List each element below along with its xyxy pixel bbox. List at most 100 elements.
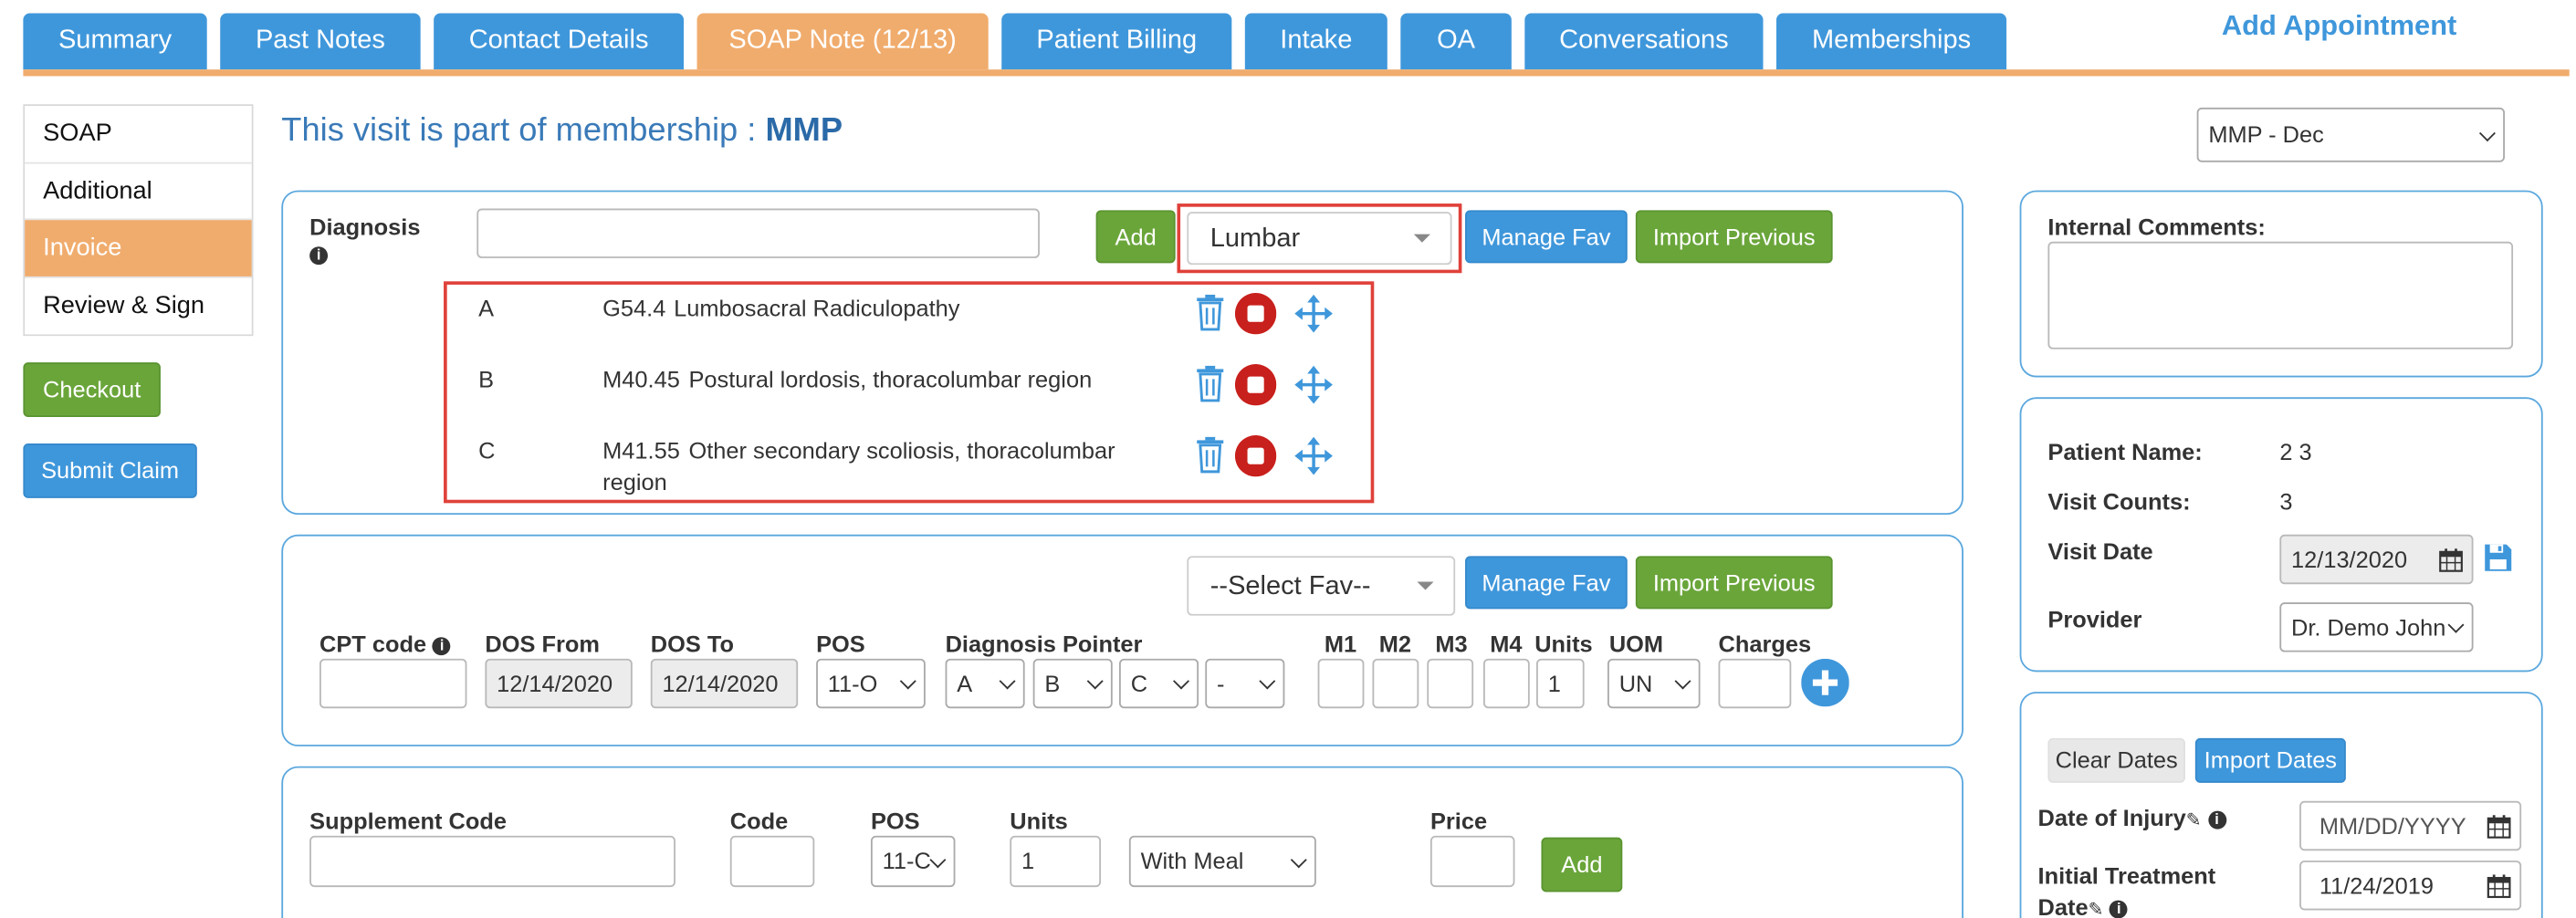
m3-header: M3 — [1435, 630, 1468, 657]
m3-input[interactable] — [1427, 658, 1474, 709]
chevron-down-icon — [1259, 673, 1276, 690]
import-dates-button[interactable]: Import Dates — [2194, 737, 2346, 783]
supplement-price-input[interactable] — [1429, 835, 1515, 888]
calendar-icon[interactable] — [2487, 874, 2511, 899]
move-icon[interactable] — [1294, 365, 1333, 404]
provider-select[interactable]: Dr. Demo John — [2279, 602, 2474, 652]
dos-to-header: DOS To — [650, 630, 734, 657]
trash-icon[interactable] — [1194, 436, 1227, 474]
tab-patient-billing[interactable]: Patient Billing — [1001, 13, 1232, 70]
cpt-manage-fav-button[interactable]: Manage Fav — [1465, 556, 1628, 610]
diagnosis-import-previous-button[interactable]: Import Previous — [1635, 210, 1833, 264]
diagnosis-letter: B — [478, 365, 495, 392]
diagnosis-input[interactable] — [476, 208, 1040, 258]
supplement-pos-select[interactable]: 11-C — [870, 835, 956, 888]
calendar-icon[interactable] — [2438, 548, 2463, 572]
caret-down-icon — [1417, 581, 1434, 590]
m1-header: M1 — [1324, 630, 1357, 657]
tab-oa[interactable]: OA — [1400, 13, 1512, 70]
trash-icon[interactable] — [1194, 365, 1227, 402]
tab-conversations[interactable]: Conversations — [1524, 13, 1764, 70]
supplement-code-header: Supplement Code — [309, 808, 507, 835]
chevron-down-icon — [1086, 673, 1104, 690]
cpt-fav-select[interactable]: --Select Fav-- — [1187, 556, 1456, 616]
move-icon[interactable] — [1294, 294, 1333, 333]
internal-comments-textarea[interactable] — [2047, 241, 2514, 349]
meal-select[interactable]: With Meal — [1128, 835, 1316, 888]
tab-summary[interactable]: Summary — [23, 13, 207, 70]
submit-claim-button[interactable]: Submit Claim — [23, 443, 197, 498]
initial-treatment-input[interactable]: 11/24/2019 — [2299, 861, 2522, 911]
side-item-soap[interactable]: SOAP — [25, 106, 252, 163]
cpt-units-input[interactable]: 1 — [1536, 658, 1585, 709]
uom-select[interactable]: UN — [1607, 658, 1701, 709]
supplement-add-button[interactable]: Add — [1541, 837, 1623, 892]
move-icon[interactable] — [1294, 436, 1333, 475]
units-header: Units — [1534, 630, 1593, 657]
m4-header: M4 — [1490, 630, 1523, 657]
chevron-down-icon — [1290, 850, 1307, 868]
diagnosis-manage-fav-button[interactable]: Manage Fav — [1465, 210, 1628, 264]
cpt-pos-select[interactable]: 11-O — [816, 658, 926, 709]
info-icon: i — [2207, 810, 2226, 829]
supplement-units-input[interactable]: 1 — [1010, 835, 1102, 888]
calendar-icon[interactable] — [2487, 814, 2511, 839]
tab-intake[interactable]: Intake — [1244, 13, 1387, 70]
provider-label: Provider — [2047, 605, 2142, 632]
pos-header: POS — [816, 630, 865, 657]
diagnosis-letter: A — [478, 294, 495, 321]
chevron-down-icon — [899, 673, 916, 690]
m2-input[interactable] — [1372, 658, 1419, 709]
dos-to-input[interactable]: 12/14/2020 — [650, 658, 799, 709]
diagnosis-add-button[interactable]: Add — [1095, 210, 1176, 264]
diagnosis-pointer-header: Diagnosis Pointer — [945, 630, 1143, 657]
info-icon: i — [2110, 900, 2129, 918]
diagnosis-letter: C — [478, 436, 496, 464]
checkout-button[interactable]: Checkout — [23, 362, 161, 418]
charges-input[interactable] — [1718, 658, 1792, 709]
diagnosis-code: M41.55 — [602, 436, 680, 464]
patient-name-label: Patient Name: — [2047, 438, 2203, 465]
clear-dates-button[interactable]: Clear Dates — [2047, 737, 2185, 783]
stop-icon[interactable] — [1234, 293, 1277, 335]
tab-memberships[interactable]: Memberships — [1775, 13, 2007, 70]
visit-counts-value: 3 — [2279, 488, 2293, 516]
stop-icon[interactable] — [1234, 363, 1277, 406]
diagnosis-code: G54.4 — [602, 294, 666, 321]
tab-past-notes[interactable]: Past Notes — [220, 13, 421, 70]
side-item-invoice[interactable]: Invoice — [25, 220, 252, 277]
supplement-short-code-input[interactable] — [729, 835, 815, 888]
side-item-review-sign[interactable]: Review & Sign — [25, 276, 252, 335]
dos-from-header: DOS From — [485, 630, 600, 657]
visit-date-input[interactable]: 12/13/2020 — [2279, 534, 2474, 585]
side-item-additional[interactable]: Additional — [25, 162, 252, 221]
stop-icon[interactable] — [1234, 434, 1277, 477]
tab-soap-note[interactable]: SOAP Note (12/13) — [696, 13, 989, 70]
cpt-import-previous-button[interactable]: Import Previous — [1635, 556, 1833, 610]
trash-icon[interactable] — [1194, 294, 1227, 331]
diagnosis-fav-select[interactable]: Lumbar — [1187, 212, 1452, 266]
pointer-select-1[interactable]: A — [945, 658, 1025, 709]
date-of-injury-input[interactable]: MM/DD/YYYY — [2299, 800, 2522, 851]
supplement-price-header: Price — [1429, 808, 1488, 835]
supplement-code-input[interactable] — [309, 835, 675, 888]
add-row-icon[interactable] — [1801, 658, 1849, 707]
visit-counts-label: Visit Counts: — [2047, 488, 2191, 516]
add-appointment-link[interactable]: Add Appointment — [2222, 10, 2456, 43]
initial-treatment-label-line2: Date✎ i — [2038, 893, 2129, 918]
pointer-select-4[interactable]: - — [1205, 658, 1285, 709]
side-menu: SOAP Additional Invoice Review & Sign — [23, 104, 254, 337]
m1-input[interactable] — [1317, 658, 1365, 709]
membership-select[interactable]: MMP - Dec — [2196, 107, 2505, 162]
pointer-select-2[interactable]: B — [1032, 658, 1113, 709]
save-icon[interactable] — [2483, 543, 2513, 573]
tab-underline — [23, 69, 2570, 77]
pointer-select-3[interactable]: C — [1118, 658, 1199, 709]
cpt-code-input[interactable] — [319, 658, 467, 709]
dos-from-input[interactable]: 12/14/2020 — [485, 658, 633, 709]
caret-down-icon — [1413, 234, 1430, 243]
tab-contact-details[interactable]: Contact Details — [434, 13, 685, 70]
m4-input[interactable] — [1482, 658, 1530, 709]
chevron-down-icon — [1674, 673, 1691, 690]
info-icon: i — [309, 242, 329, 272]
